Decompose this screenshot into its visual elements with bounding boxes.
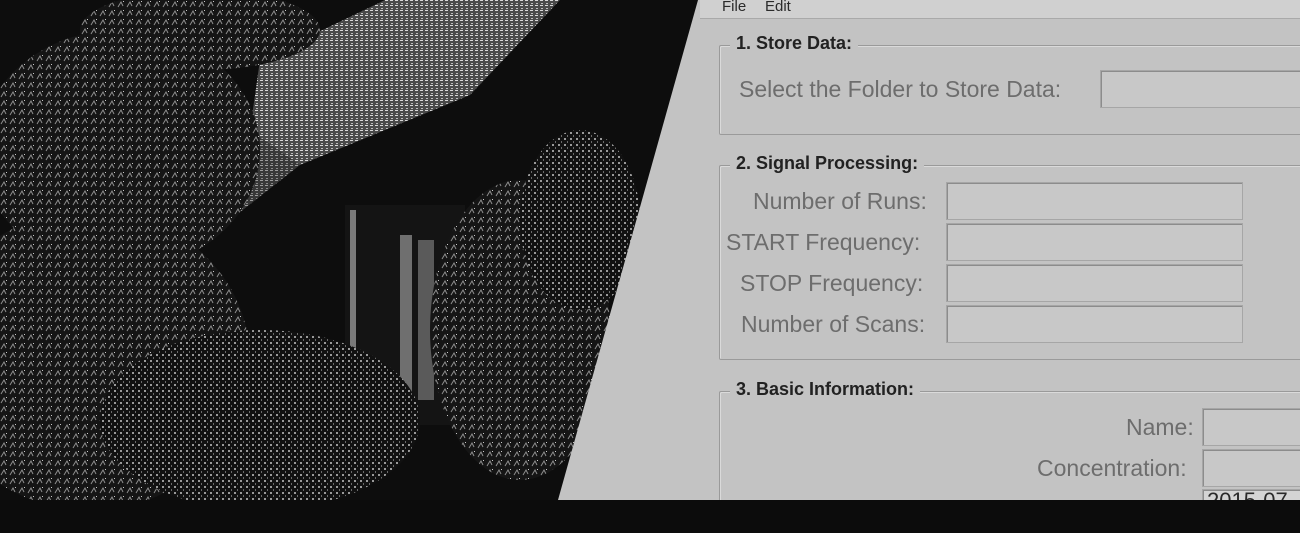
store-data-title: 1. Store Data: — [730, 33, 859, 54]
stop-frequency-input[interactable] — [946, 264, 1243, 302]
menu-edit[interactable]: Edit — [765, 0, 791, 15]
menu-file[interactable]: File — [722, 0, 746, 15]
date-value: 2015-07 — [1207, 488, 1288, 513]
scans-input[interactable] — [946, 305, 1243, 343]
signal-processing-title: 2. Signal Processing: — [730, 153, 925, 174]
start-frequency-input[interactable] — [946, 223, 1243, 261]
name-input[interactable] — [1202, 408, 1300, 446]
name-label: Name: — [1126, 414, 1194, 440]
folder-path-field[interactable] — [1100, 70, 1300, 108]
start-frequency-label: START Frequency: — [726, 229, 921, 255]
concentration-label: Concentration: — [1037, 455, 1187, 481]
concentration-input[interactable] — [1202, 449, 1300, 487]
scans-label: Number of Scans: — [741, 311, 926, 337]
basic-information-title: 3. Basic Information: — [730, 379, 921, 400]
runs-label: Number of Runs: — [753, 188, 927, 214]
folder-label: Select the Folder to Store Data: — [739, 76, 1062, 102]
stop-frequency-label: STOP Frequency: — [740, 270, 924, 296]
runs-input[interactable] — [946, 182, 1243, 220]
